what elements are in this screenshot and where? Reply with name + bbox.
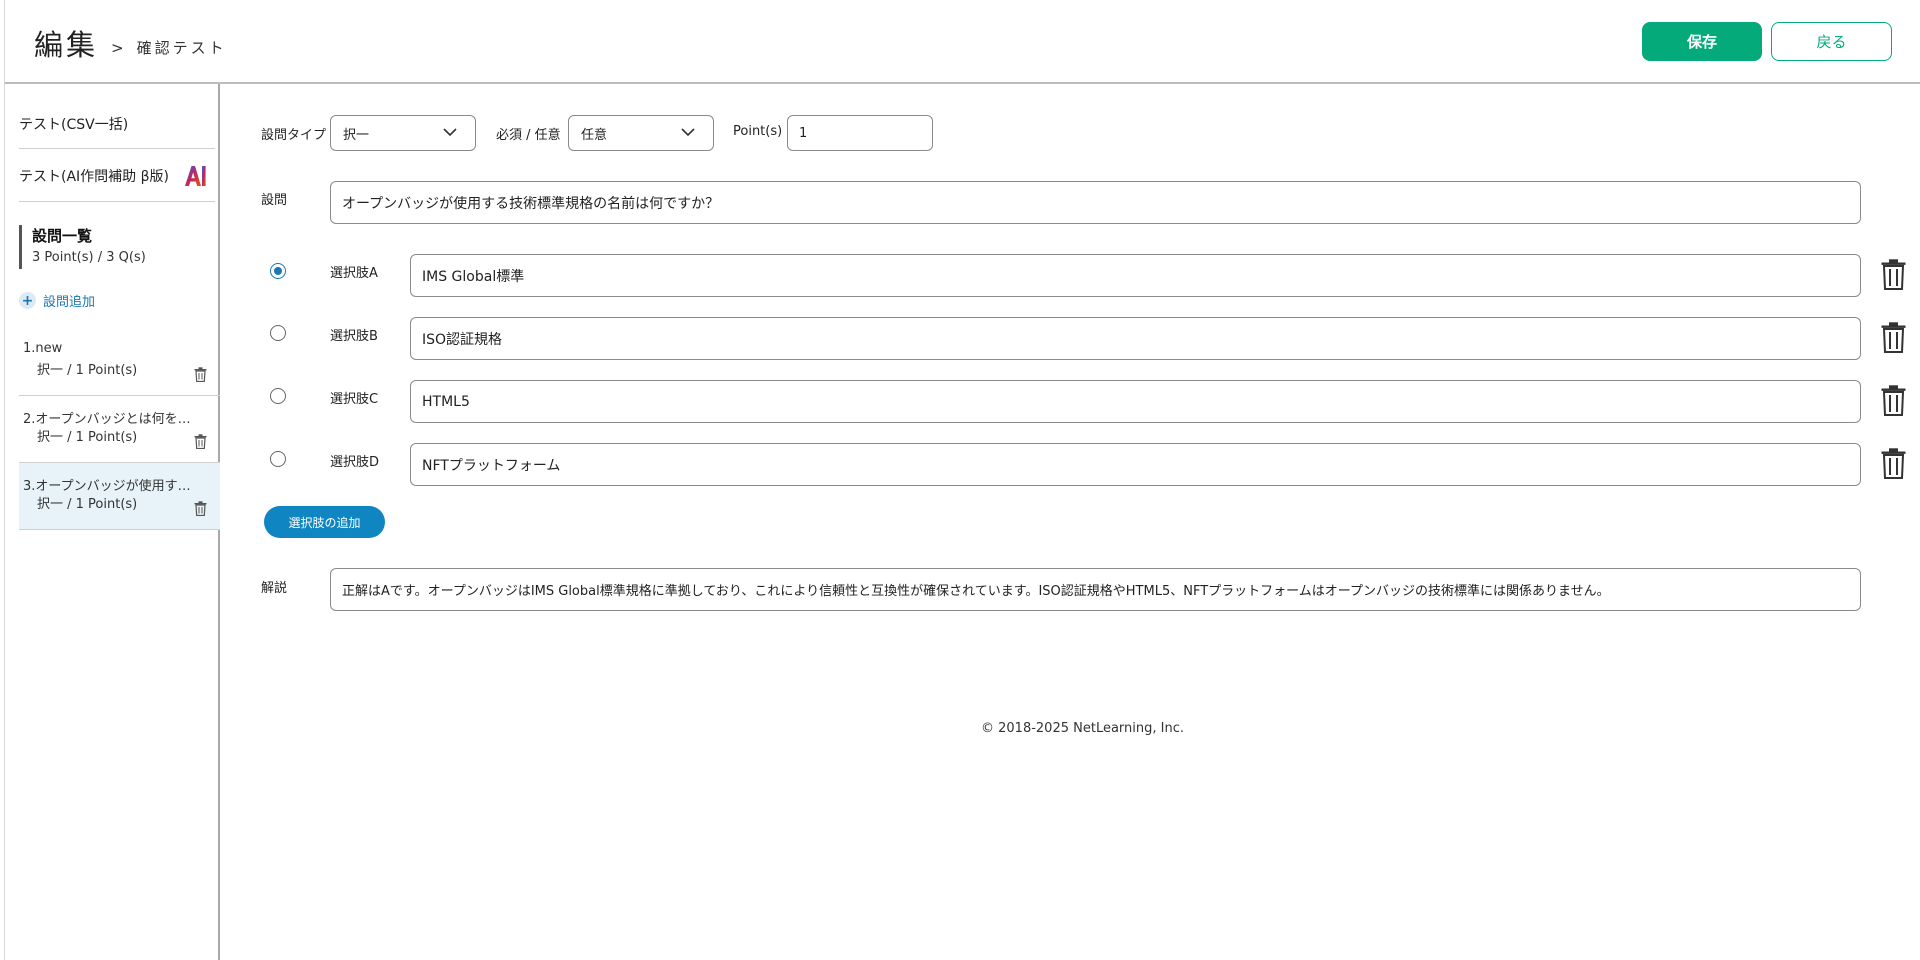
option-a-radio[interactable]: [270, 263, 286, 279]
delete-option-c-trash-icon[interactable]: [1881, 385, 1906, 416]
trash-icon[interactable]: [194, 367, 207, 382]
question-item-meta: 択一 / 1 Point(s): [37, 363, 138, 378]
question-input[interactable]: オープンバッジが使用する技術標準規格の名前は何ですか？: [330, 181, 1861, 224]
question-item-meta: 択一 / 1 Point(s): [37, 497, 138, 512]
add-question-button[interactable]: + 設問追加: [19, 291, 95, 310]
header: 編集 > 確認テスト 保存 戻る: [5, 0, 1920, 84]
option-b-label: 選択肢B: [330, 329, 378, 344]
option-b-radio[interactable]: [270, 325, 286, 341]
option-d-input[interactable]: NFTプラットフォーム: [410, 443, 1861, 486]
save-button[interactable]: 保存: [1642, 22, 1762, 61]
option-c-radio[interactable]: [270, 388, 286, 404]
required-label: 必須 / 任意: [496, 128, 561, 143]
add-question-label: 設問追加: [43, 295, 96, 310]
footer-copyright: © 2018-2025 NetLearning, Inc.: [981, 721, 1184, 736]
question-list-title: 設問一覧: [32, 227, 93, 245]
question-list-item-3[interactable]: 3.オープンバッジが使用する技術標準規格の名前は何ですか？ 択一 / 1 Poi…: [19, 463, 220, 530]
sidebar-divider: [19, 201, 215, 202]
option-a-input[interactable]: IMS Global標準: [410, 254, 1861, 297]
required-value: 任意: [581, 127, 608, 143]
question-item-title: 2.オープンバッジとは何を可視化するものですか？: [23, 412, 203, 427]
option-d-label: 選択肢D: [330, 455, 380, 470]
option-d-radio[interactable]: [270, 451, 286, 467]
add-option-button[interactable]: 選択肢の追加: [264, 506, 385, 538]
sidebar: テスト(CSV一括) テスト(AI作問補助 β版) 設問一覧 3 Point(s…: [5, 84, 220, 960]
option-c-input[interactable]: HTML5: [410, 380, 1861, 423]
delete-option-d-trash-icon[interactable]: [1881, 448, 1906, 479]
required-select[interactable]: 任意: [568, 115, 714, 151]
breadcrumb-current: 確認テスト: [136, 39, 227, 57]
question-type-label: 設問タイプ: [261, 128, 327, 143]
question-list-item-1[interactable]: 1.new 択一 / 1 Point(s): [19, 329, 220, 396]
question-type-select[interactable]: 択一: [330, 115, 476, 151]
question-item-meta: 択一 / 1 Point(s): [37, 430, 138, 445]
chevron-down-icon: [681, 128, 695, 137]
question-list-item-2[interactable]: 2.オープンバッジとは何を可視化するものですか？ 択一 / 1 Point(s): [19, 396, 220, 463]
back-button[interactable]: 戻る: [1771, 22, 1892, 61]
trash-icon[interactable]: [194, 434, 207, 449]
delete-option-b-trash-icon[interactable]: [1881, 322, 1906, 353]
question-item-title: 1.new: [23, 341, 63, 356]
question-list-header: 設問一覧 3 Point(s) / 3 Q(s): [19, 225, 215, 269]
ai-logo-icon: [185, 166, 206, 186]
option-b-input[interactable]: ISO認証規格: [410, 317, 1861, 360]
sidebar-link-csv[interactable]: テスト(CSV一括): [19, 114, 215, 134]
delete-option-a-trash-icon[interactable]: [1881, 259, 1906, 290]
breadcrumb-separator: >: [111, 39, 127, 57]
points-label: Point(s): [733, 124, 783, 139]
page-title: 編集: [34, 28, 99, 62]
points-input[interactable]: 1: [787, 115, 933, 151]
explanation-input[interactable]: 正解はAです。オープンバッジはIMS Global標準規格に準拠しており、これに…: [330, 568, 1861, 611]
question-type-value: 択一: [343, 127, 370, 143]
plus-icon: +: [19, 292, 36, 309]
sidebar-divider: [19, 148, 215, 149]
chevron-down-icon: [443, 128, 457, 137]
breadcrumb: > 確認テスト: [111, 37, 227, 58]
question-item-title: 3.オープンバッジが使用する技術標準規格の名前は何ですか？: [23, 479, 203, 494]
question-label: 設問: [261, 193, 288, 208]
trash-icon[interactable]: [194, 501, 207, 516]
question-list-summary: 3 Point(s) / 3 Q(s): [32, 250, 146, 265]
explanation-label: 解説: [261, 581, 288, 596]
option-a-label: 選択肢A: [330, 266, 378, 281]
option-c-label: 選択肢C: [330, 392, 379, 407]
page: 編集 > 確認テスト 保存 戻る テスト(CSV一括) テスト(AI作問補助 β版…: [4, 0, 1920, 960]
